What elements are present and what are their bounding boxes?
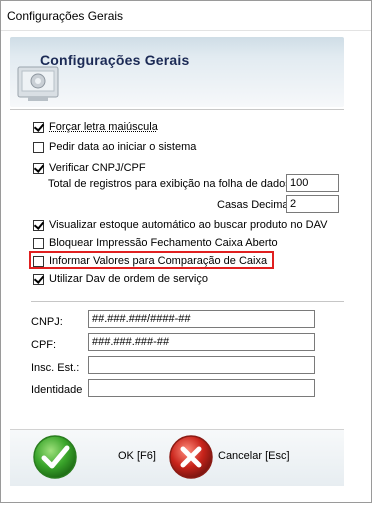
header-title: Configurações Gerais xyxy=(40,52,190,68)
pedir-data-checkbox[interactable] xyxy=(33,141,44,153)
header-banner: Configurações Gerais xyxy=(10,37,344,110)
insc-est-label: Insc. Est.: xyxy=(31,362,80,374)
option-forcar-maiuscula[interactable]: Forçar letra maiúscula xyxy=(33,120,158,134)
identidade-input[interactable] xyxy=(88,379,315,397)
insc-est-input[interactable] xyxy=(88,356,315,374)
forcar-maiuscula-checkbox[interactable] xyxy=(33,121,44,133)
forcar-maiuscula-label: Forçar letra maiúscula xyxy=(49,121,158,133)
option-verificar-cnpj[interactable]: Verificar CNPJ/CPF xyxy=(33,161,146,175)
ok-button[interactable]: OK [F6] xyxy=(32,434,172,482)
cancel-x-icon xyxy=(169,435,213,479)
cnpj-label: CNPJ: xyxy=(31,316,63,328)
option-visualizar-estoque[interactable]: Visualizar estoque automático ao buscar … xyxy=(33,218,327,232)
identidade-label: Identidade xyxy=(31,384,83,396)
utilizar-dav-checkbox[interactable] xyxy=(33,273,44,285)
section-divider-highlight xyxy=(31,302,344,303)
config-dialog: Configurações Gerais Configurações Gerai… xyxy=(0,0,372,503)
cnpj-input[interactable]: ##.###.###/####-## xyxy=(88,310,315,328)
bloquear-impressao-checkbox[interactable] xyxy=(33,237,44,249)
header-divider xyxy=(10,109,344,110)
check-icon xyxy=(33,435,77,479)
utilizar-dav-label: Utilizar Dav de ordem de serviço xyxy=(49,273,208,285)
visualizar-estoque-checkbox[interactable] xyxy=(33,219,44,231)
option-bloquear-impressao[interactable]: Bloquear Impressão Fechamento Caixa Aber… xyxy=(33,236,278,250)
cancel-button[interactable]: Cancelar [Esc] xyxy=(168,434,338,482)
verificar-cnpj-label: Verificar CNPJ/CPF xyxy=(49,162,146,174)
title-bar: Configurações Gerais xyxy=(1,1,371,31)
option-pedir-data[interactable]: Pedir data ao iniciar o sistema xyxy=(33,140,196,154)
verificar-cnpj-checkbox[interactable] xyxy=(33,162,44,174)
cancel-button-label: Cancelar [Esc] xyxy=(218,450,290,462)
total-registros-input[interactable]: 100 xyxy=(286,174,339,192)
option-utilizar-dav[interactable]: Utilizar Dav de ordem de serviço xyxy=(33,272,208,286)
window-title: Configurações Gerais xyxy=(7,9,124,23)
total-registros-label: Total de registros para exibição na folh… xyxy=(48,178,294,190)
visualizar-estoque-label: Visualizar estoque automático ao buscar … xyxy=(49,219,328,231)
cpf-label: CPF: xyxy=(31,339,57,351)
button-bar: OK [F6] Cancelar [Esc] xyxy=(10,429,344,486)
title-separator xyxy=(1,30,371,31)
pedir-data-label: Pedir data ao iniciar o sistema xyxy=(49,141,197,153)
bloquear-impressao-label: Bloquear Impressão Fechamento Caixa Aber… xyxy=(49,237,278,249)
cpf-input[interactable]: ###.###.###-## xyxy=(88,333,315,351)
ok-button-label: OK [F6] xyxy=(118,450,156,462)
casas-decimais-input[interactable]: 2 xyxy=(286,195,339,213)
highlight-box xyxy=(29,251,274,269)
